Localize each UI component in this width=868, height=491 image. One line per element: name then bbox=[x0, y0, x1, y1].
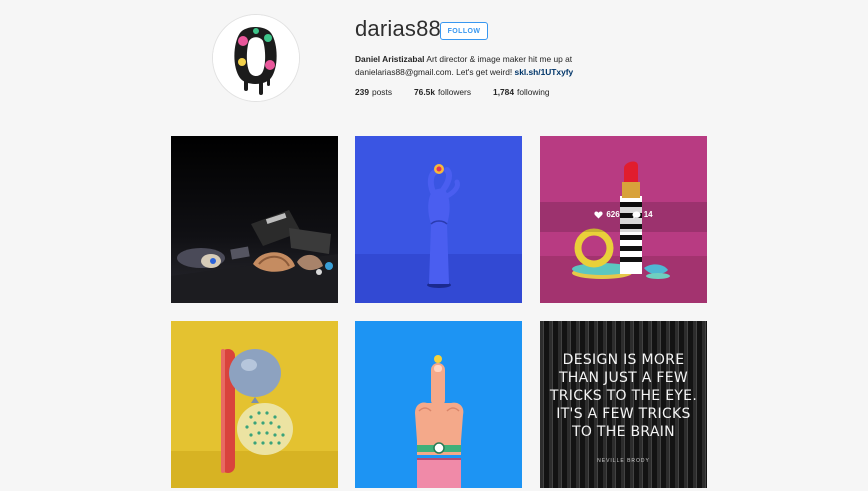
heart-icon bbox=[594, 210, 603, 219]
quote-line: THAN JUST A FEW bbox=[558, 370, 689, 386]
post-tile-3[interactable]: 626 14 bbox=[540, 136, 707, 303]
bio-link[interactable]: skl.sh/1UTxyfy bbox=[515, 67, 574, 77]
quote-line: TO THE BRAIN bbox=[572, 424, 675, 440]
comment-icon bbox=[632, 210, 641, 219]
stat-followers-value: 76.5k bbox=[414, 87, 435, 97]
profile-username: darias88 bbox=[355, 16, 441, 41]
likes-value: 626 bbox=[606, 210, 620, 219]
post-tile-2[interactable] bbox=[355, 136, 522, 303]
stat-following[interactable]: 1,784 following bbox=[493, 87, 550, 97]
follow-button[interactable]: FOLLOW bbox=[440, 22, 488, 40]
stat-posts-label: posts bbox=[371, 87, 393, 97]
stat-following-value: 1,784 bbox=[493, 87, 514, 97]
profile-header: darias88 FOLLOW Daniel Aristizabal Art d… bbox=[0, 0, 868, 120]
post-hover-stats: 626 14 bbox=[540, 210, 707, 219]
comments-value: 14 bbox=[643, 210, 653, 219]
post-image-blue-hand bbox=[355, 136, 522, 303]
profile-stats: 239 posts 76.5k followers 1,784 following bbox=[355, 87, 572, 97]
stat-posts-value: 239 bbox=[355, 87, 369, 97]
post-tile-4[interactable] bbox=[171, 321, 338, 488]
post-tile-5[interactable] bbox=[355, 321, 522, 488]
post-image-finger-watch bbox=[355, 321, 522, 488]
avatar-drip-letter-icon bbox=[213, 15, 299, 101]
post-image-still-life bbox=[171, 136, 338, 303]
stat-followers[interactable]: 76.5k followers bbox=[414, 87, 471, 97]
bio-full-name: Daniel Aristizabal bbox=[355, 54, 425, 64]
post-tile-1[interactable] bbox=[171, 136, 338, 303]
post-image-balloons bbox=[171, 321, 338, 488]
stat-followers-label: followers bbox=[437, 87, 472, 97]
profile-avatar[interactable] bbox=[212, 14, 300, 102]
post-quote-text: DESIGN IS MORE THAN JUST A FEW TRICKS TO… bbox=[540, 351, 707, 441]
stat-following-label: following bbox=[517, 87, 550, 97]
likes-count: 626 bbox=[594, 210, 620, 219]
post-quote-signature: NEVILLE BRODY bbox=[597, 458, 650, 464]
post-image-lipstick bbox=[540, 136, 707, 303]
quote-line: TRICKS TO THE EYE. bbox=[549, 388, 698, 404]
quote-line: IT'S A FEW TRICKS bbox=[556, 406, 691, 422]
post-tile-6[interactable]: DESIGN IS MORE THAN JUST A FEW TRICKS TO… bbox=[540, 321, 707, 488]
stat-posts: 239 posts bbox=[355, 87, 392, 97]
quote-line: DESIGN IS MORE bbox=[562, 352, 685, 368]
profile-bio: Daniel Aristizabal Art director & image … bbox=[355, 53, 625, 79]
comments-count: 14 bbox=[632, 210, 653, 219]
